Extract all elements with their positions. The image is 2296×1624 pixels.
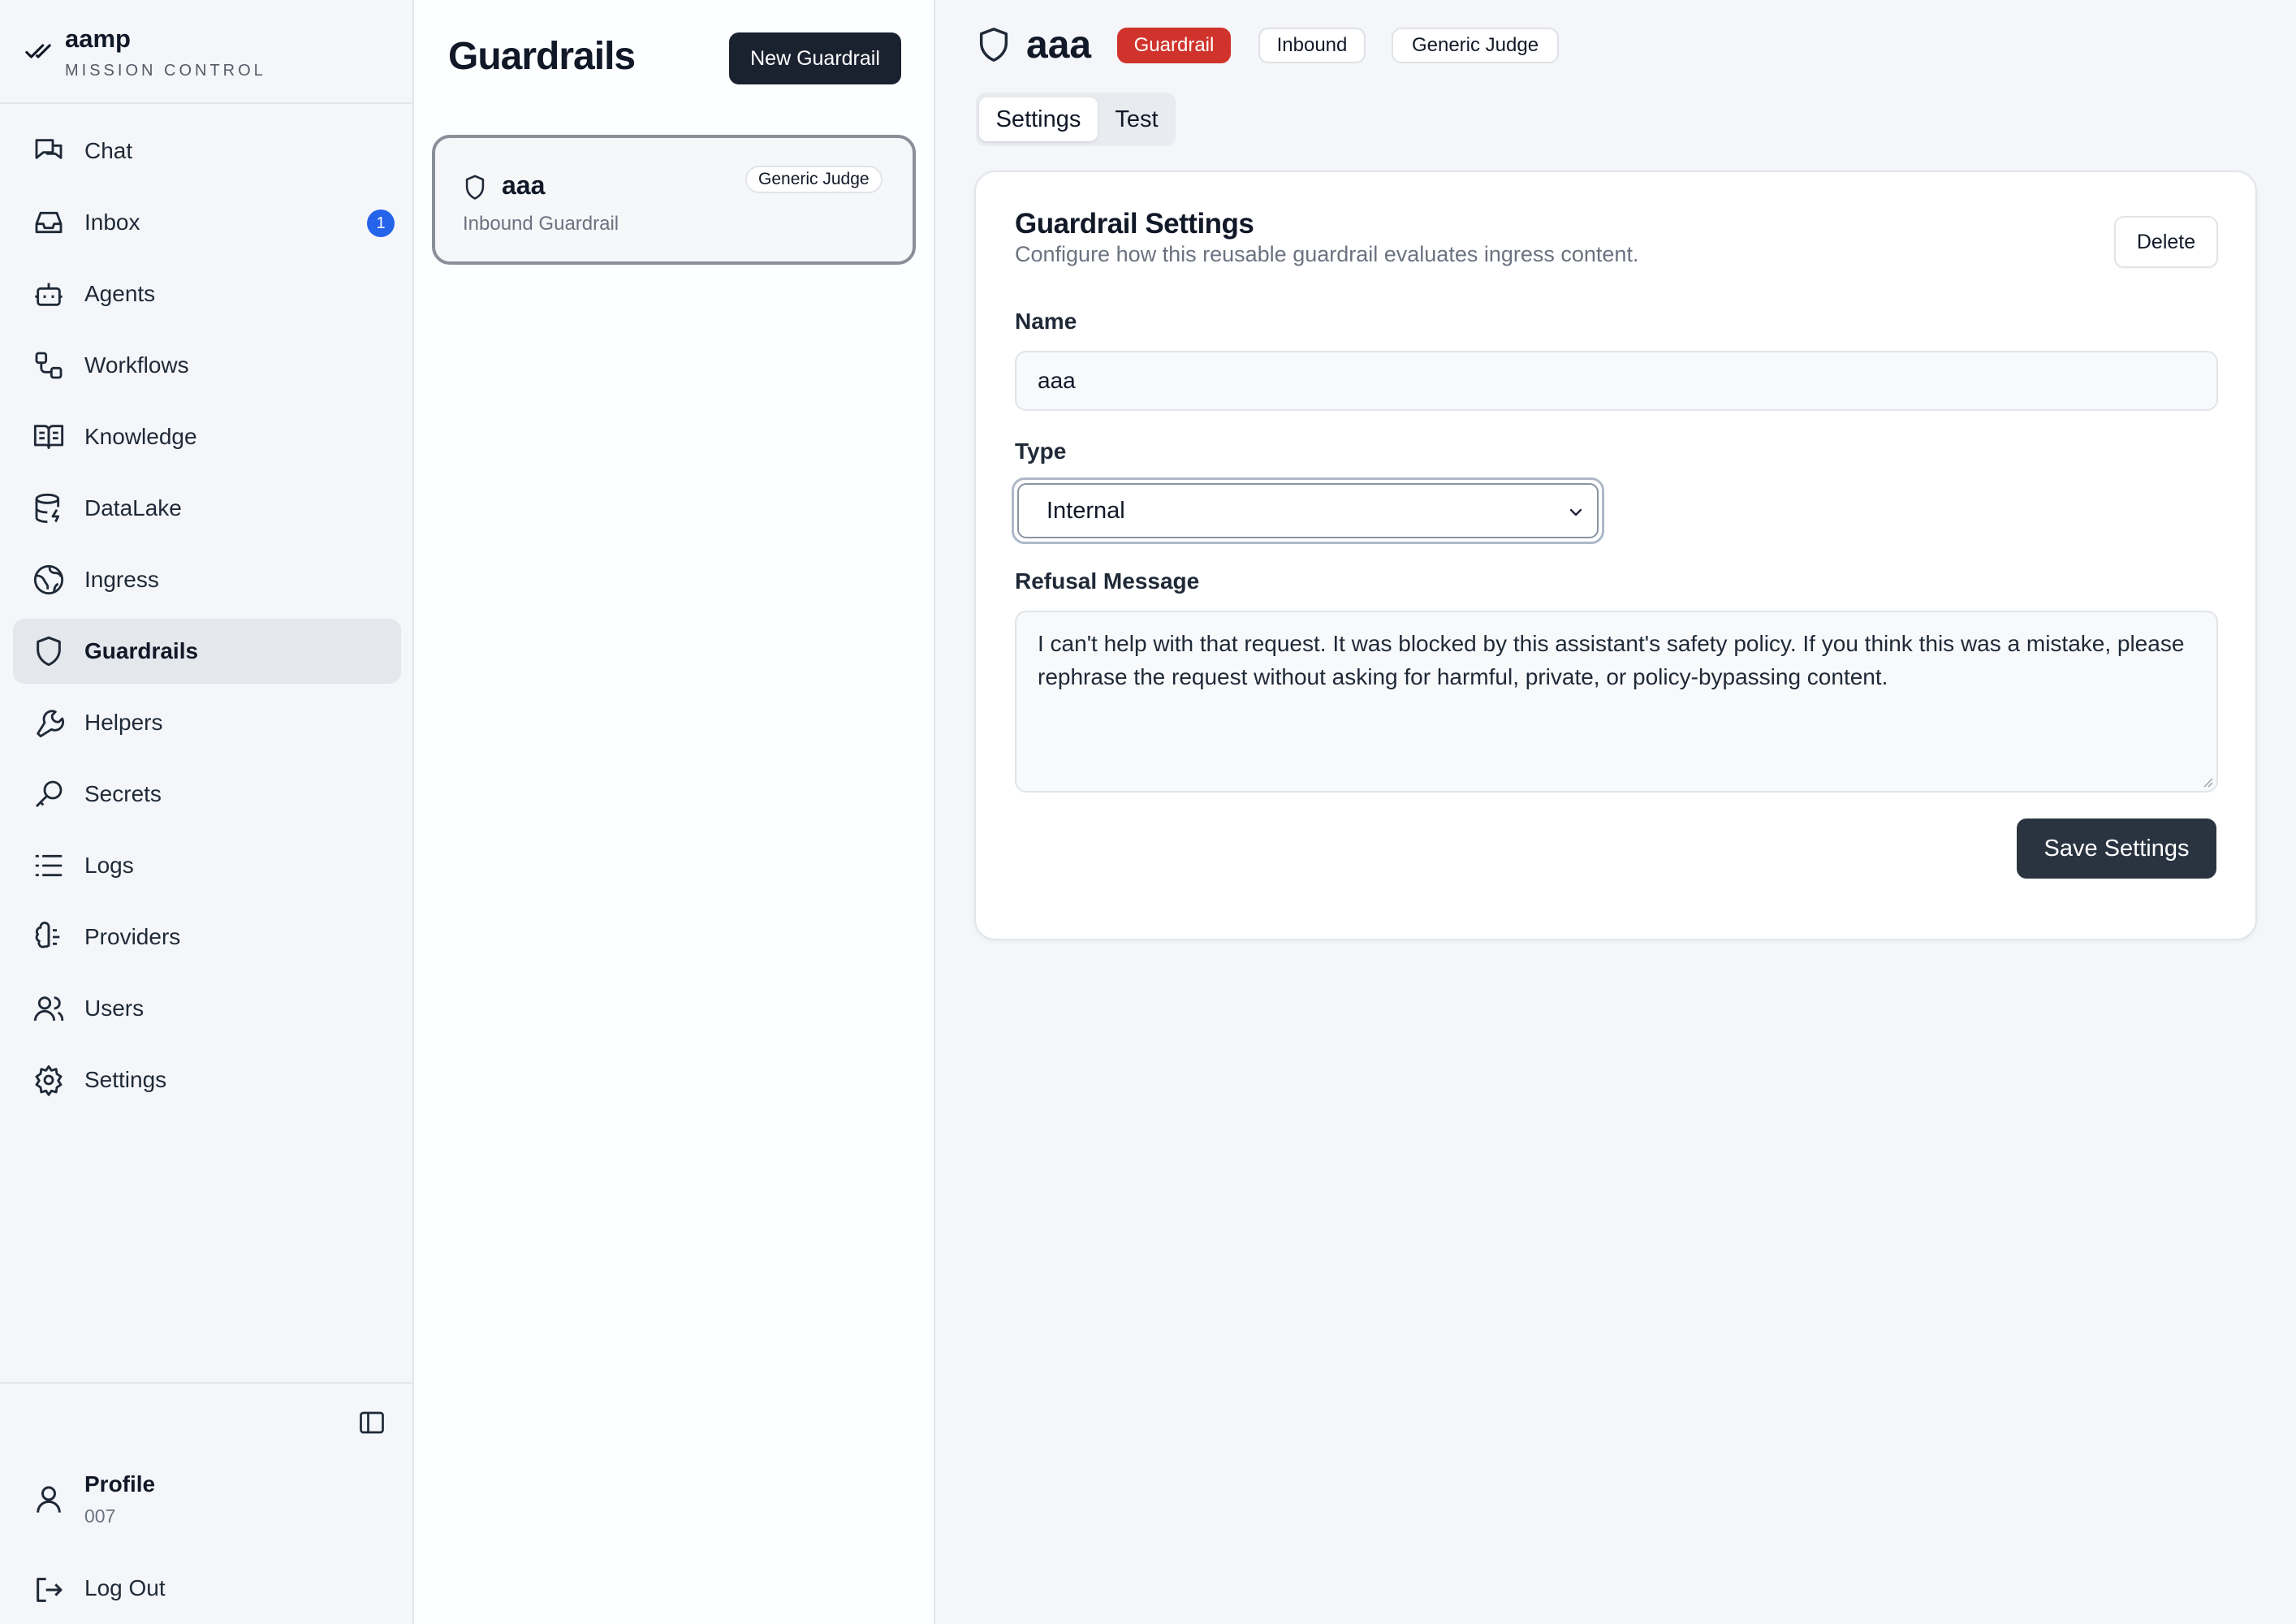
sidebar-item-inbox[interactable]: Inbox 1 [13,190,401,255]
sidebar-item-label: Agents [84,281,156,306]
name-field[interactable]: aaa [1015,351,2218,411]
sidebar-item-label: Settings [84,1067,167,1092]
sidebar-item-label: Guardrails [84,638,199,663]
save-settings-button[interactable]: Save Settings [2017,818,2216,879]
brand[interactable]: aamp MISSION CONTROL [0,0,412,104]
refusal-label: Refusal Message [1015,568,1200,594]
type-select[interactable]: Internal [1012,477,1604,544]
sidebar-item-chat[interactable]: Chat [13,119,401,184]
guardrail-title: aaa [1026,24,1092,67]
sidebar-item-providers[interactable]: Providers [13,905,401,970]
sidebar-item-label: Providers [84,924,181,949]
shield-icon [979,28,1008,62]
bot-icon [35,283,63,306]
sidebar: aamp MISSION CONTROL Chat Inbox 1 Agents… [0,0,414,1624]
shield-icon [37,636,61,667]
sidebar-item-label: Helpers [84,710,163,735]
new-guardrail-button[interactable]: New Guardrail [729,32,901,84]
logout-label: Log Out [84,1575,166,1600]
sidebar-toggle-icon[interactable] [357,1408,386,1437]
sidebar-item-helpers[interactable]: Helpers [13,690,401,755]
book-icon [33,425,64,449]
type-select-box: Internal [1017,483,1599,538]
tab-test[interactable]: Test [1103,97,1171,141]
inbox-icon [35,211,63,234]
sidebar-item-agents[interactable]: Agents [13,261,401,326]
guardrail-card[interactable]: aaa Inbound Guardrail Generic Judge [432,135,916,265]
profile-id: 007 [84,1505,116,1527]
inbox-count-badge: 1 [367,209,395,237]
shield-icon [465,175,485,200]
sidebar-item-settings[interactable]: Settings [13,1047,401,1112]
chat-icon [35,139,63,159]
refusal-message-text: I can't help with that request. It was b… [1038,631,2185,689]
users-icon [33,996,64,1021]
panel-description: Configure how this reusable guardrail ev… [1015,242,1639,266]
settings-panel: Guardrail Settings Configure how this re… [974,171,2257,940]
sidebar-item-label: DataLake [84,495,182,520]
sidebar-item-guardrails[interactable]: Guardrails [13,619,401,684]
sidebar-item-knowledge[interactable]: Knowledge [13,404,401,469]
user-icon [37,1486,61,1513]
panel-title: Guardrail Settings [1015,208,1254,240]
sidebar-item-label: Secrets [84,781,162,806]
sidebar-item-label: Logs [84,853,134,878]
direction-chip: Inbound [1258,28,1366,63]
brand-subtitle: MISSION CONTROL [65,62,266,80]
guardrail-list-panel: Guardrails New Guardrail aaa Inbound Gua… [414,0,935,1624]
key-icon [35,780,63,808]
sidebar-item-secrets[interactable]: Secrets [13,762,401,827]
profile-label: Profile [84,1471,156,1497]
refusal-message-textarea[interactable]: I can't help with that request. It was b… [1015,611,2218,793]
workflow-icon [35,352,63,379]
brand-name: aamp [65,24,131,53]
sidebar-item-logs[interactable]: Logs [13,833,401,898]
brain-icon [35,922,60,948]
list-icon [35,854,63,877]
page-title: Guardrails [448,35,636,78]
judge-type-chip: Generic Judge [1392,28,1559,63]
tab-bar: Settings Test [976,93,1176,146]
guardrail-card-tag: Generic Judge [745,166,883,193]
name-label: Name [1015,309,1077,334]
guardrail-card-subtitle: Inbound Guardrail [463,213,619,235]
sidebar-item-label: Users [84,996,145,1021]
sidebar-item-workflows[interactable]: Workflows [13,333,401,398]
sidebar-item-datalake[interactable]: DataLake [13,476,401,541]
logout-icon [37,1578,63,1602]
sidebar-item-label: Ingress [84,567,159,592]
sidebar-item-label: Chat [84,138,133,163]
sidebar-item-label: Workflows [84,352,189,378]
sidebar-item-users[interactable]: Users [13,976,401,1041]
profile-button[interactable]: Profile 007 [13,1465,401,1538]
gear-icon [35,1065,63,1096]
sidebar-item-ingress[interactable]: Ingress [13,547,401,612]
sidebar-item-label: Inbox [84,209,140,235]
tab-settings[interactable]: Settings [979,97,1098,141]
chevron-down-icon [1569,508,1582,516]
delete-button[interactable]: Delete [2114,216,2218,268]
type-select-value: Internal [1047,498,1125,524]
resize-handle-icon[interactable] [2200,775,2213,788]
guardrail-detail: aaa Guardrail Inbound Generic Judge Sett… [935,0,2296,1624]
type-label: Type [1015,438,1067,464]
guardrail-chip: Guardrail [1117,28,1231,63]
double-check-icon [25,44,51,58]
sidebar-footer: Profile 007 Log Out [0,1382,412,1624]
wrench-icon [37,710,65,738]
guardrail-card-name: aaa [502,171,546,200]
sidebar-item-label: Knowledge [84,424,197,449]
database-icon [35,493,60,524]
logout-button[interactable]: Log Out [13,1561,401,1618]
globe-icon [33,564,64,595]
